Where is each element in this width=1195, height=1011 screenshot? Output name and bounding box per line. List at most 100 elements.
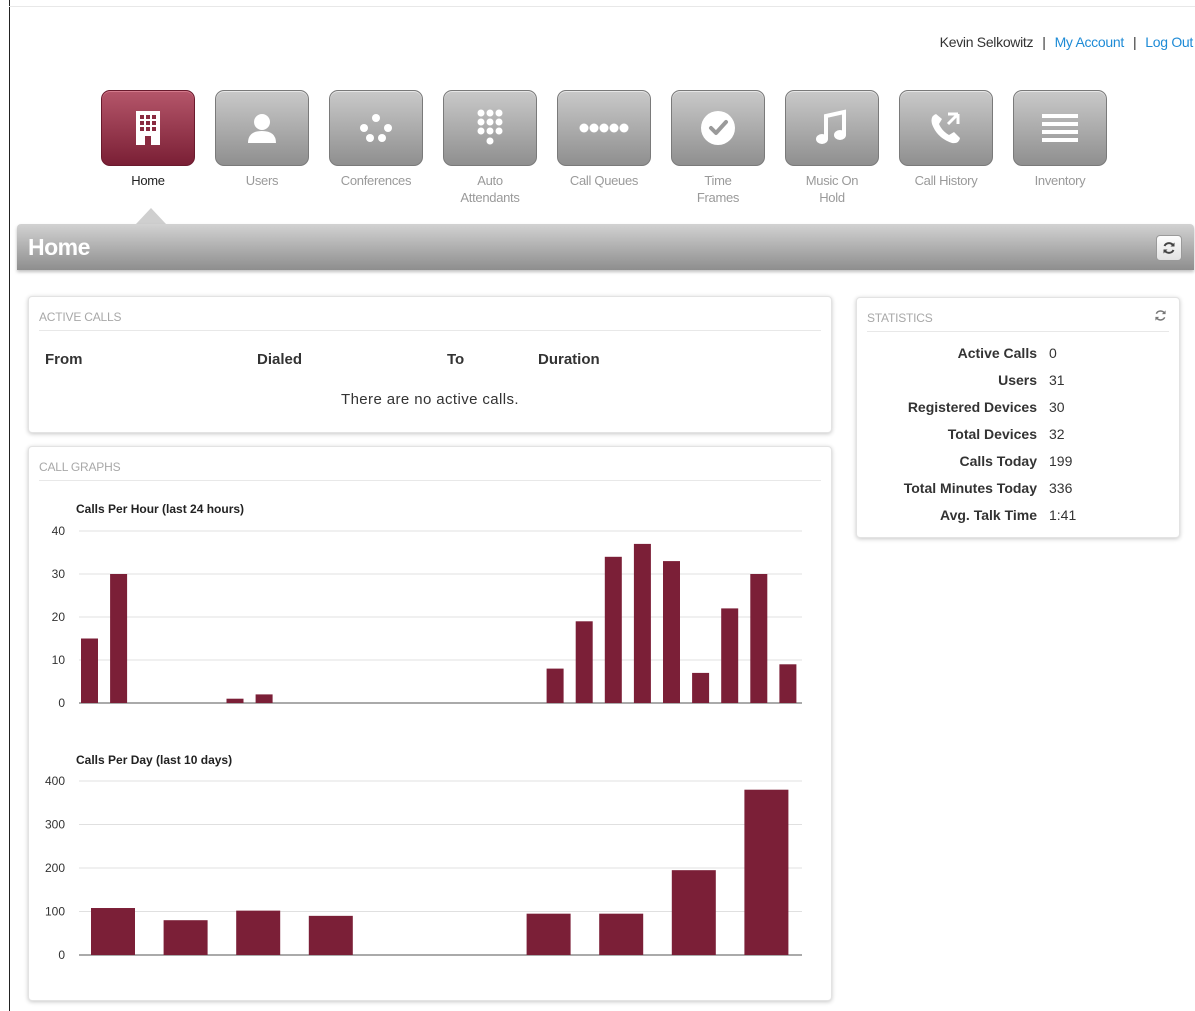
queue-dots-icon xyxy=(579,123,629,133)
page-title: Home xyxy=(28,234,90,260)
chart-bar xyxy=(226,698,244,703)
nav-button[interactable] xyxy=(215,90,309,166)
nav-item-conferences[interactable]: Conferences xyxy=(328,90,424,189)
chart-bar xyxy=(750,574,768,703)
stat-value: 31 xyxy=(1049,372,1065,388)
nav-item-auto-attendants[interactable]: Auto Attendants xyxy=(442,90,538,206)
stat-value: 0 xyxy=(1049,345,1057,361)
column-header-from: From xyxy=(45,351,83,368)
user-name: Kevin Selkowitz xyxy=(939,34,1034,50)
column-header-to: To xyxy=(447,351,465,368)
separator: | xyxy=(1132,34,1137,50)
nav-label: Inventory xyxy=(1034,173,1086,188)
chart-bar xyxy=(546,668,564,703)
stat-row-registered-devices: Registered Devices 30 xyxy=(857,399,1179,419)
chart-bar xyxy=(81,638,98,703)
nav-label: Music On Hold xyxy=(805,173,859,205)
nav-item-time-frames[interactable]: Time Frames xyxy=(670,90,766,206)
nav-label: Call History xyxy=(914,173,978,188)
chart-bar xyxy=(575,621,593,703)
active-calls-panel: ACTIVE CALLS From Dialed To Duration The… xyxy=(28,296,832,433)
chart-bar xyxy=(633,543,651,703)
stat-value: 1:41 xyxy=(1049,507,1077,523)
user-bar: Kevin Selkowitz | My Account | Log Out xyxy=(939,34,1194,50)
nav-item-music-on-hold[interactable]: Music On Hold xyxy=(784,90,880,206)
stat-label: Total Devices xyxy=(947,426,1037,442)
chart-bar xyxy=(721,608,739,703)
refresh-button[interactable] xyxy=(1156,235,1182,261)
nav-button[interactable] xyxy=(443,90,537,166)
stats-refresh-button[interactable] xyxy=(1154,309,1167,327)
call-graphs-canvas: Calls Per Hour (last 24 hours) 0 10 20 30 40 C… xyxy=(45,502,802,962)
nav-label: Conferences xyxy=(340,173,412,188)
stat-value: 32 xyxy=(1049,426,1065,442)
chart-title: Calls Per Day (last 10 days) xyxy=(76,753,232,767)
stat-row-total-devices: Total Devices 32 xyxy=(857,426,1179,446)
nav-label: Users xyxy=(245,173,279,188)
chart-bar xyxy=(255,694,273,703)
nav-item-call-queues[interactable]: Call Queues xyxy=(556,90,652,189)
stat-value: 336 xyxy=(1049,480,1073,496)
panel-heading: STATISTICS xyxy=(867,311,1169,332)
chart-bar xyxy=(663,561,680,703)
stat-label: Avg. Talk Time xyxy=(940,507,1037,523)
chart-bar xyxy=(671,870,716,955)
building-icon xyxy=(136,111,160,145)
stat-label: Total Minutes Today xyxy=(903,480,1037,496)
log-out-link[interactable]: Log Out xyxy=(1145,34,1193,50)
separator: | xyxy=(1042,34,1046,50)
chart-bar xyxy=(163,920,208,955)
nav-button[interactable] xyxy=(899,90,993,166)
window-top-edge xyxy=(9,6,1195,7)
chart-bar xyxy=(236,910,281,955)
nav-label: Call Queues xyxy=(569,173,639,188)
nav-item-inventory[interactable]: Inventory xyxy=(1012,90,1108,189)
call-graphs-panel: CALL GRAPHS Calls Per Hour (last 24 hour… xyxy=(28,446,832,1001)
y-tick-label: 10 xyxy=(52,653,66,667)
y-tick-label: 100 xyxy=(45,905,65,919)
chart-bar xyxy=(91,908,135,955)
stat-label: Active Calls xyxy=(957,345,1037,361)
y-tick-label: 400 xyxy=(45,774,65,788)
chart-bar xyxy=(308,915,353,955)
y-tick-label: 0 xyxy=(58,696,65,710)
chart-bar xyxy=(110,574,128,703)
nav-item-users[interactable]: Users xyxy=(214,90,310,189)
stat-label: Registered Devices xyxy=(907,399,1037,415)
nav-button[interactable] xyxy=(557,90,651,166)
stat-row-calls-today: Calls Today 199 xyxy=(857,453,1179,473)
nav-label: Auto Attendants xyxy=(460,173,520,205)
stat-row-users: Users 31 xyxy=(857,372,1179,392)
panel-heading: ACTIVE CALLS xyxy=(39,310,821,331)
y-tick-label: 0 xyxy=(58,948,65,962)
page-header-bar: Home xyxy=(17,224,1194,270)
nav-item-home[interactable]: Home xyxy=(100,90,196,189)
clock-icon xyxy=(701,111,735,145)
nav-button[interactable] xyxy=(329,90,423,166)
window-edge xyxy=(9,0,10,1011)
keypad-icon xyxy=(477,109,503,145)
statistics-panel: STATISTICS Active Calls 0 Users 31 Regis… xyxy=(856,297,1180,538)
user-icon xyxy=(248,114,276,143)
column-header-dialed: Dialed xyxy=(257,351,303,368)
my-account-link[interactable]: My Account xyxy=(1055,34,1125,50)
nav-button[interactable] xyxy=(1013,90,1107,166)
chart-bar xyxy=(604,556,622,703)
nav-button[interactable] xyxy=(101,90,195,166)
y-tick-label: 30 xyxy=(52,567,66,581)
chart-bar xyxy=(779,664,797,703)
nav-item-call-history[interactable]: Call History xyxy=(898,90,994,189)
chart-bar xyxy=(599,913,644,955)
stat-row-total-minutes-today: Total Minutes Today 336 xyxy=(857,480,1179,500)
conference-dots-icon xyxy=(360,114,392,142)
active-nav-pointer xyxy=(136,208,166,224)
nav-button[interactable] xyxy=(671,90,765,166)
nav-label: Home xyxy=(131,173,165,188)
chart-bar xyxy=(692,672,710,703)
stat-value: 30 xyxy=(1049,399,1065,415)
refresh-icon xyxy=(1155,310,1166,321)
y-tick-label: 20 xyxy=(52,610,66,624)
music-note-icon xyxy=(816,109,846,144)
nav-button[interactable] xyxy=(785,90,879,166)
stat-label: Users xyxy=(998,372,1037,388)
